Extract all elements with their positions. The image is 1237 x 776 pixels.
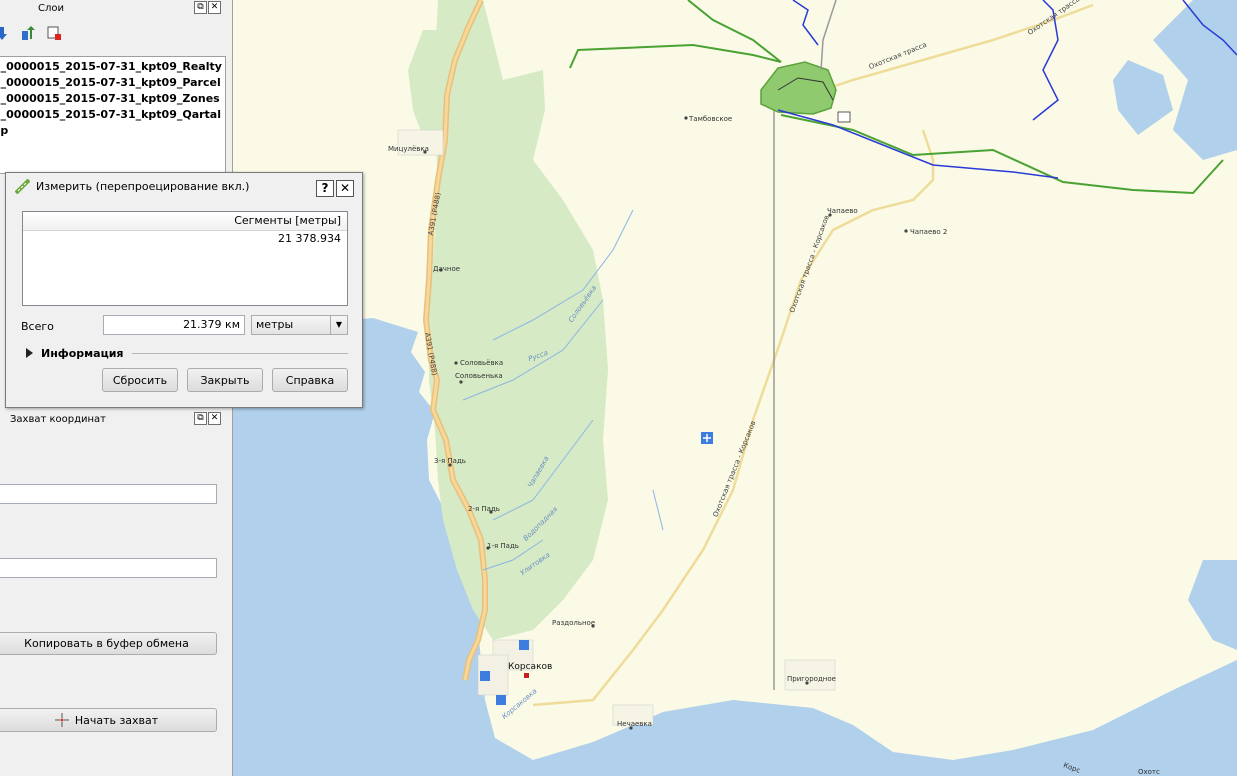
close-icon[interactable]: ✕	[336, 180, 354, 197]
help-button-label: Справка	[285, 373, 335, 387]
grey-road	[820, 0, 837, 71]
layer-item[interactable]: ap	[0, 123, 225, 139]
east-lagoon-top	[1153, 0, 1237, 160]
units-selected-value: метры	[256, 318, 294, 331]
map-label-tambovskoe: Тамбовское	[689, 115, 733, 123]
layer-item[interactable]: 3_0000015_2015-07-31_kpt09_Realty	[0, 59, 225, 75]
map-label-solovenka: Соловьенька	[455, 372, 503, 380]
layers-panel-title: Слои	[38, 3, 64, 14]
map-label-pad2: 2-я Падь	[468, 505, 500, 513]
sea-area	[233, 312, 1237, 776]
layer-item[interactable]: 3_0000015_2015-07-31_kpt09_Qartal	[0, 107, 225, 123]
start-button-label: Начать захват	[74, 713, 159, 727]
separator-line	[131, 352, 348, 354]
place-dot	[454, 361, 458, 365]
total-value-field[interactable]: 21.379 км	[103, 315, 245, 335]
map-label-chapaevo: Чапаево	[827, 207, 858, 215]
crosshair-icon	[54, 713, 69, 727]
measure-dialog: Измерить (перепроецирование вкл.) ? ✕ Се…	[5, 172, 363, 408]
green-boundary	[569, 43, 782, 69]
close-button[interactable]: Закрыть	[187, 368, 263, 392]
bus-stop-icon	[519, 640, 529, 650]
map-label-nechaevka: Нечаевка	[617, 720, 652, 728]
map-graphics	[233, 0, 1237, 776]
map-label-chapaevo-2: Чапаево 2	[910, 228, 948, 236]
place-dot	[904, 229, 908, 233]
total-label: Всего	[21, 320, 54, 333]
help-icon[interactable]: ?	[316, 180, 334, 197]
map-label-pad3: 3-я Падь	[434, 457, 466, 465]
layer-up-icon[interactable]	[20, 25, 36, 41]
close-button-label: Закрыть	[200, 373, 250, 387]
reset-button[interactable]: Сбросить	[102, 368, 178, 392]
copy-to-clipboard-button[interactable]: Копировать в буфер обмена	[0, 632, 217, 655]
coordinate-field-2[interactable]	[0, 558, 217, 578]
expand-arrow-icon	[26, 348, 33, 358]
start-capture-button[interactable]: Начать захват	[0, 708, 217, 732]
close-icon[interactable]: ✕	[208, 412, 221, 425]
bus-stop-icon	[480, 671, 490, 681]
float-icon[interactable]: ⧉	[194, 412, 207, 425]
info-label: Информация	[41, 346, 124, 360]
measure-dialog-title: Измерить (перепроецирование вкл.)	[36, 180, 250, 193]
map-label-pad1: 1-я Падь	[487, 542, 519, 550]
layers-list: 3_0000015_2015-07-31_kpt09_Realty 3_0000…	[0, 56, 226, 174]
info-section-toggle[interactable]: Информация	[26, 346, 348, 360]
layers-panel-titlebar: Слои ⧉ ✕	[0, 0, 228, 16]
remove-layer-icon[interactable]	[46, 25, 62, 41]
east-lagoon-2	[1113, 60, 1173, 135]
segment-row[interactable]: 21 378.934	[23, 231, 347, 247]
arrow-down-icon[interactable]	[0, 25, 10, 41]
copy-button-label: Копировать в буфер обмена	[24, 637, 189, 650]
layer-item[interactable]: 3_0000015_2015-07-31_kpt09_Parcel	[0, 75, 225, 91]
capture-panel-title: Захват координат	[10, 414, 107, 425]
map-label-solovevka: Соловьёвка	[460, 359, 504, 367]
capture-panel-titlebar: Захват координат ⧉ ✕	[0, 411, 228, 427]
measure-dialog-titlebar[interactable]: Измерить (перепроецирование вкл.) ? ✕	[6, 173, 362, 199]
parcel-polygon	[760, 61, 837, 115]
river-5	[652, 489, 664, 531]
layers-toolbar	[0, 22, 62, 44]
segments-table[interactable]: Сегменты [метры] 21 378.934	[22, 211, 348, 306]
segments-column-header[interactable]: Сегменты [метры]	[23, 212, 347, 231]
ruler-icon	[15, 179, 30, 194]
place-dot	[459, 380, 463, 384]
map-label-dachnoe: Дачное	[433, 265, 461, 273]
float-icon[interactable]: ⧉	[194, 1, 207, 14]
blue-line	[777, 109, 1059, 179]
chevron-down-icon: ▼	[330, 316, 347, 334]
coordinate-field-1[interactable]	[0, 484, 217, 504]
map-label-corner: Охотс	[1138, 768, 1160, 776]
map-canvas[interactable]: Тамбовское Охотская трасса Охотская трас…	[233, 0, 1237, 776]
place-dot	[684, 116, 688, 120]
map-label-korsakov: Корсаков	[508, 662, 553, 672]
close-icon[interactable]: ✕	[208, 1, 221, 14]
east-sea	[1188, 560, 1237, 650]
port-icon	[496, 695, 506, 705]
city-marker	[524, 673, 529, 678]
map-label-prigorodnoe: Пригородное	[787, 675, 836, 683]
layer-item[interactable]: 3_0000015_2015-07-31_kpt09_Zones	[0, 91, 225, 107]
help-button[interactable]: Справка	[272, 368, 348, 392]
reset-button-label: Сбросить	[112, 373, 168, 387]
map-label-michulevka: Мицулёвка	[388, 145, 429, 153]
map-label-razdolnoe: Раздольное	[552, 619, 596, 627]
units-select[interactable]: метры ▼	[251, 315, 348, 335]
